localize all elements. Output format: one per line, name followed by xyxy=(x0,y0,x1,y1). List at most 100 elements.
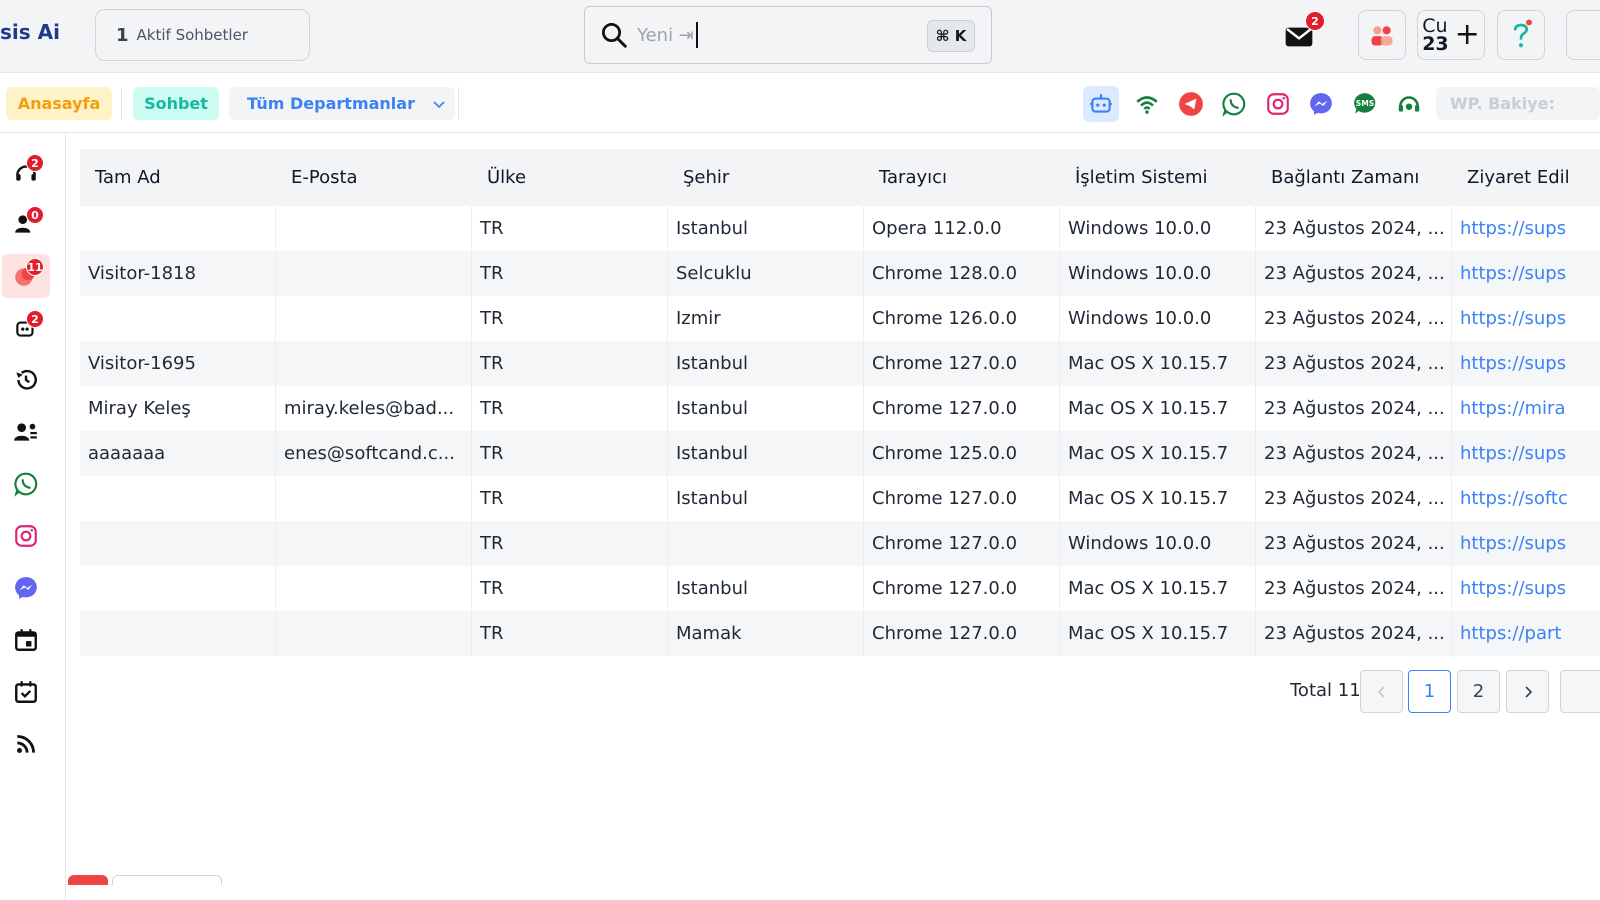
tab-chat[interactable]: Sohbet xyxy=(133,87,219,120)
bottom-tab[interactable] xyxy=(112,875,222,885)
table-cell xyxy=(80,476,276,521)
table-row[interactable]: TR Mamak Chrome 127.0.0 Mac OS X 10.15.7 23 … xyxy=(80,611,1600,656)
column-header[interactable]: Tam Ad xyxy=(80,149,276,206)
mail-button[interactable]: 2 xyxy=(1283,11,1325,53)
channel-web-button[interactable] xyxy=(1129,86,1165,122)
nav-messenger[interactable] xyxy=(2,566,50,610)
top-bar: sis Ai 1 Aktif Sohbetler Yeni ⇥ ⌘ K 2 Cu xyxy=(0,0,1600,73)
table-cell: 23 Ağustos 2024, ... xyxy=(1256,566,1452,611)
pagination-page[interactable]: 2 xyxy=(1457,670,1500,713)
search-box[interactable]: Yeni ⇥ ⌘ K xyxy=(584,6,992,64)
divider xyxy=(458,87,459,120)
table-cell: Mac OS X 10.15.7 xyxy=(1060,611,1256,656)
table-row[interactable]: TR Istanbul Chrome 127.0.0 Mac OS X 10.15.7… xyxy=(80,566,1600,611)
channel-instagram-button[interactable] xyxy=(1260,86,1296,122)
table-cell: Chrome 127.0.0 xyxy=(864,341,1060,386)
nav-bot-chats[interactable]: 2 xyxy=(2,306,50,350)
help-button[interactable] xyxy=(1497,10,1545,60)
visited-page-link[interactable]: https://sups xyxy=(1452,296,1600,341)
column-header[interactable]: Ziyaret Edil xyxy=(1452,149,1600,206)
more-button[interactable] xyxy=(1566,10,1600,60)
table-cell: TR xyxy=(472,296,668,341)
nav-team[interactable] xyxy=(2,410,50,454)
column-header[interactable]: İşletim Sistemi xyxy=(1060,149,1256,206)
agent-icon xyxy=(1398,96,1420,112)
visited-page-link[interactable]: https://part xyxy=(1452,611,1600,656)
column-header[interactable]: Bağlantı Zamanı xyxy=(1256,149,1452,206)
new-user-button[interactable]: Cu 23 + xyxy=(1417,10,1485,60)
department-select[interactable]: Tüm Departmanlar xyxy=(229,87,455,120)
channel-telegram-button[interactable] xyxy=(1173,86,1209,122)
table-row[interactable]: TR Izmir Chrome 126.0.0 Windows 10.0.0 23 Ağ… xyxy=(80,296,1600,341)
channel-agent-button[interactable] xyxy=(1391,86,1427,122)
chevron-left-icon xyxy=(1377,685,1385,698)
table-cell: TR xyxy=(472,251,668,296)
pagination-next-button[interactable] xyxy=(1506,670,1549,713)
whatsapp-icon xyxy=(1222,92,1246,117)
column-header[interactable]: Tarayıcı xyxy=(864,149,1060,206)
visited-page-link[interactable]: https://sups xyxy=(1452,341,1600,386)
visited-page-link[interactable]: https://sups xyxy=(1452,206,1600,251)
channel-messenger-button[interactable] xyxy=(1303,86,1339,122)
nav-tasks[interactable] xyxy=(2,670,50,714)
bottom-tab[interactable] xyxy=(68,875,108,885)
table-cell xyxy=(276,296,472,341)
pagination-page[interactable]: 1 xyxy=(1408,670,1451,713)
mail-badge: 2 xyxy=(1305,11,1325,31)
table-row[interactable]: TR Istanbul Chrome 127.0.0 Mac OS X 10.15.7… xyxy=(80,476,1600,521)
nav-rss[interactable] xyxy=(2,722,50,766)
column-header[interactable]: E-Posta xyxy=(276,149,472,206)
user-number: 23 xyxy=(1422,33,1449,55)
bot-icon xyxy=(1090,94,1112,113)
visited-page-link[interactable]: https://sups xyxy=(1452,566,1600,611)
column-header[interactable]: Şehir xyxy=(668,149,864,206)
search-input[interactable]: Yeni ⇥ xyxy=(637,25,694,46)
table-row[interactable]: aaaaaaa enes@softcand.c... TR Istanbul Chrom… xyxy=(80,431,1600,476)
nav-active-chats[interactable]: 11 xyxy=(2,254,50,298)
agents-button[interactable] xyxy=(1358,10,1406,60)
table-cell: Istanbul xyxy=(668,431,864,476)
nav-live-visitors[interactable]: 2 xyxy=(2,150,50,194)
table-cell: Opera 112.0.0 xyxy=(864,206,1060,251)
messenger-icon xyxy=(1310,93,1332,115)
visited-page-link[interactable]: https://sups xyxy=(1452,431,1600,476)
table-row[interactable]: TR Istanbul Opera 112.0.0 Windows 10.0.0 23 … xyxy=(80,206,1600,251)
table-cell: Mac OS X 10.15.7 xyxy=(1060,431,1256,476)
table-row[interactable]: Visitor-1818 TR Selcuklu Chrome 128.0.0 Wind… xyxy=(80,251,1600,296)
table-row[interactable]: Miray Keleş miray.keles@bad... TR Istanbul C… xyxy=(80,386,1600,431)
brand-logo[interactable]: sis Ai xyxy=(0,20,60,44)
table-cell: 23 Ağustos 2024, ... xyxy=(1256,341,1452,386)
divider xyxy=(121,87,122,120)
table-cell: Izmir xyxy=(668,296,864,341)
pagination-prev-button[interactable] xyxy=(1360,670,1403,713)
nav-users[interactable]: 0 xyxy=(2,202,50,246)
nav-history[interactable] xyxy=(2,358,50,402)
table-cell: Mac OS X 10.15.7 xyxy=(1060,386,1256,431)
user-avatar: Cu 23 xyxy=(1422,17,1449,55)
channel-whatsapp-button[interactable] xyxy=(1216,86,1252,122)
table-cell: TR xyxy=(472,611,668,656)
svg-text:SMS: SMS xyxy=(1356,99,1374,108)
table-cell: Selcuklu xyxy=(668,251,864,296)
nav-badge: 2 xyxy=(26,154,44,172)
nav-whatsapp[interactable] xyxy=(2,462,50,506)
channel-bot-button[interactable] xyxy=(1083,86,1119,122)
table-cell: TR xyxy=(472,476,668,521)
nav-calendar[interactable] xyxy=(2,618,50,662)
table-row[interactable]: TR Chrome 127.0.0 Windows 10.0.0 23 Ağustos… xyxy=(80,521,1600,566)
table-cell: Chrome 127.0.0 xyxy=(864,566,1060,611)
visitors-table: Tam Ad E-Posta Ülke Şehir Tarayıcı İşlet… xyxy=(80,149,1600,656)
visited-page-link[interactable]: https://sups xyxy=(1452,251,1600,296)
active-chats-button[interactable]: 1 Aktif Sohbetler xyxy=(95,9,310,61)
table-cell xyxy=(276,611,472,656)
nav-instagram[interactable] xyxy=(2,514,50,558)
visited-page-link[interactable]: https://sups xyxy=(1452,521,1600,566)
column-header[interactable]: Ülke xyxy=(472,149,668,206)
table-cell xyxy=(80,611,276,656)
channel-sms-button[interactable]: SMS xyxy=(1347,86,1383,122)
tab-home[interactable]: Anasayfa xyxy=(6,87,112,120)
pagination-more-button[interactable] xyxy=(1560,670,1600,713)
visited-page-link[interactable]: https://mira xyxy=(1452,386,1600,431)
table-row[interactable]: Visitor-1695 TR Istanbul Chrome 127.0.0 Mac … xyxy=(80,341,1600,386)
visited-page-link[interactable]: https://softc xyxy=(1452,476,1600,521)
